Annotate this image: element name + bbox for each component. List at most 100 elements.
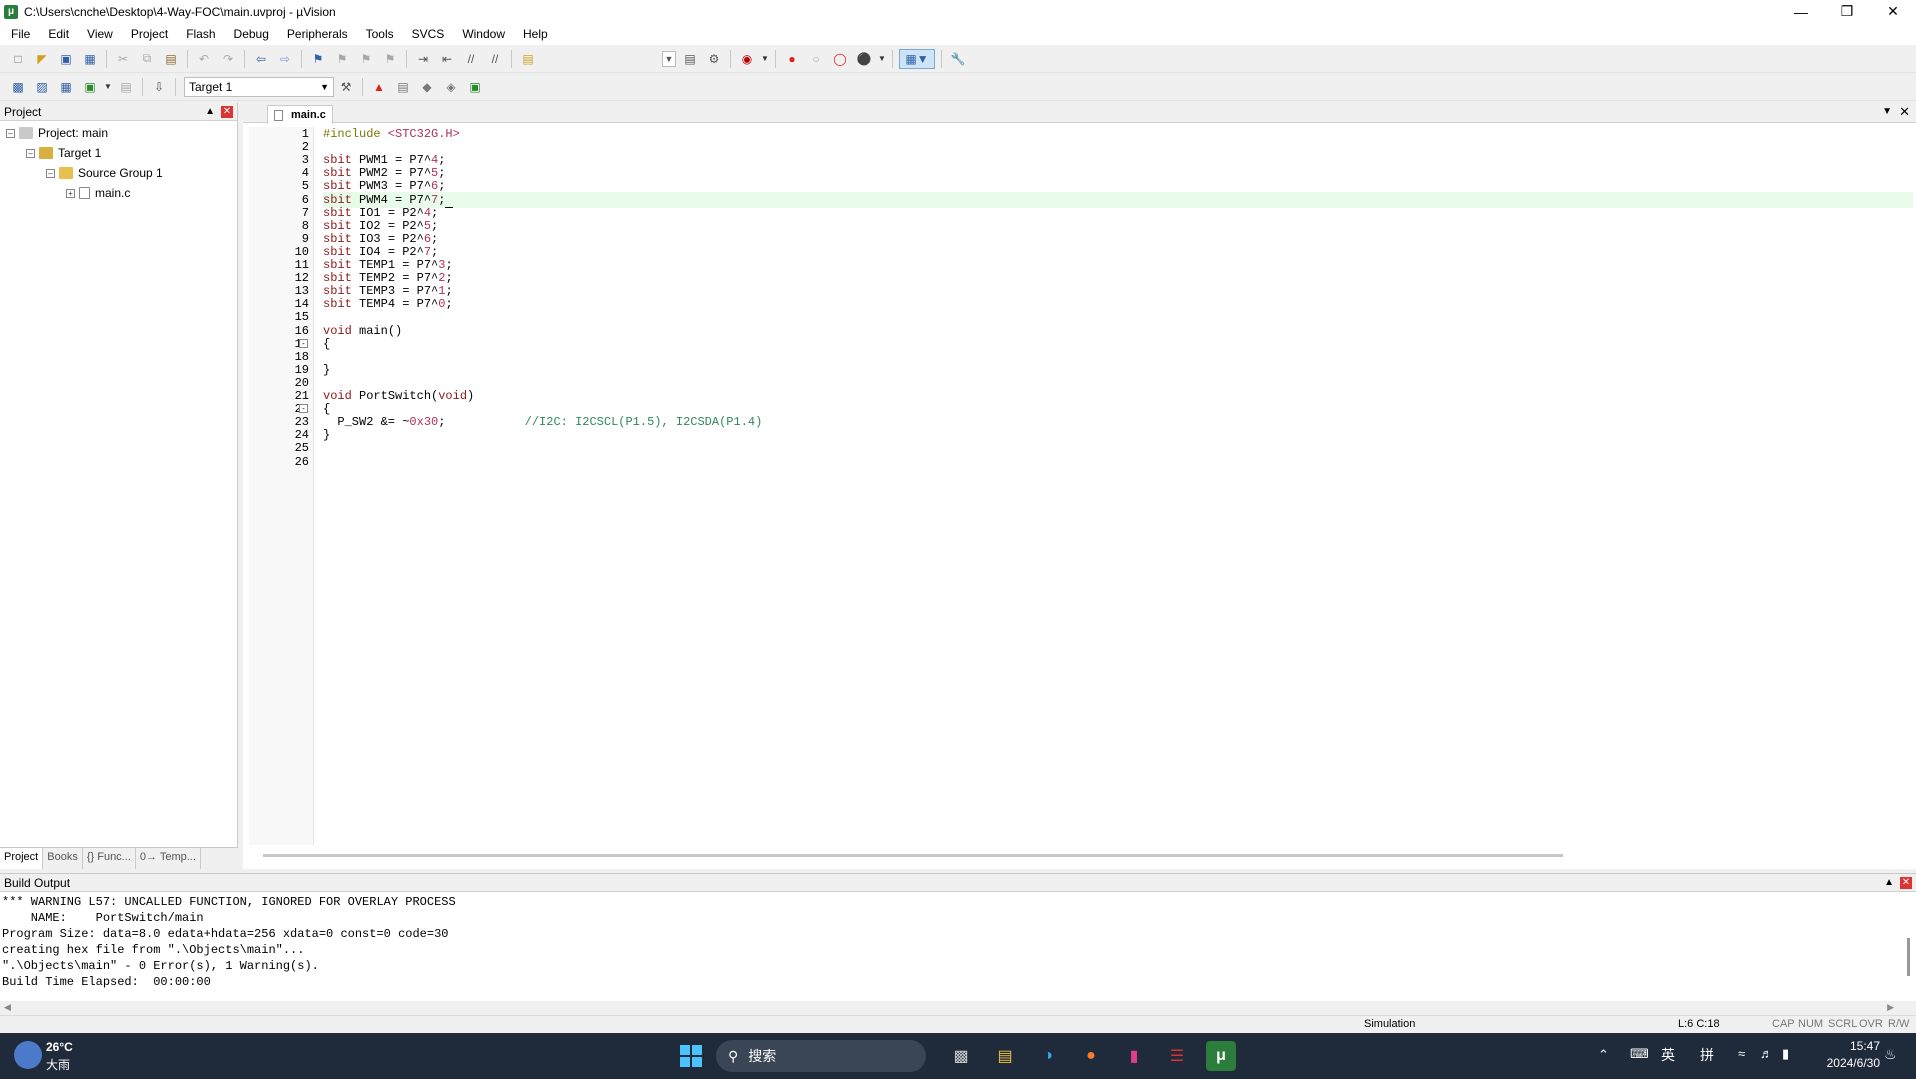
tree-target-node[interactable]: – Target 1 [0, 143, 237, 163]
battery-icon[interactable]: ▮ [1782, 1046, 1789, 1062]
save-all-icon[interactable]: ▦ [80, 49, 100, 69]
tab-books[interactable]: Books [43, 848, 83, 869]
paste-icon[interactable]: ▤ [161, 49, 181, 69]
expand-icon[interactable]: + [66, 188, 75, 198]
app-icon-red[interactable]: ☰ [1162, 1041, 1192, 1071]
window-layout-icon[interactable]: ▦▼ [899, 48, 935, 69]
minimize-button[interactable]: — [1778, 0, 1824, 23]
debug-session-icon[interactable]: ◉ [737, 49, 757, 69]
pin-icon[interactable]: ▲ [1884, 877, 1894, 888]
taskbar-search-box[interactable]: ⚲ 搜索 [716, 1040, 926, 1072]
horizontal-scrollbar[interactable] [263, 854, 1563, 857]
build-icon[interactable]: ▨ [32, 77, 52, 97]
show-hidden-icons-icon[interactable]: ⌃ [1598, 1047, 1609, 1063]
insert-breakpoint-icon[interactable]: ● [782, 49, 802, 69]
save-icon[interactable]: ▣ [56, 49, 76, 69]
ime-language[interactable]: 英 [1661, 1045, 1675, 1065]
menu-window[interactable]: Window [453, 27, 514, 41]
open-file-icon[interactable]: ◤ [32, 49, 52, 69]
source-browser-icon[interactable]: ⚙ [704, 49, 724, 69]
collapse-icon[interactable]: – [6, 128, 15, 138]
file-extensions-icon[interactable]: ▲ [369, 77, 389, 97]
file-explorer-icon[interactable]: ▤ [990, 1041, 1020, 1071]
app-icon-pink[interactable]: ▮ [1119, 1041, 1149, 1071]
code-line[interactable] [323, 454, 1913, 470]
clock-date[interactable]: 2024/6/30 [1808, 1056, 1880, 1070]
bookmark-next-icon[interactable]: ⚑ [356, 49, 376, 69]
batch-build-icon[interactable]: ▣ [80, 77, 100, 97]
menu-view[interactable]: View [78, 27, 122, 41]
volume-icon[interactable]: ♬ [1760, 1046, 1773, 1061]
ime-mode[interactable]: 拼 [1700, 1045, 1714, 1065]
select-packs-icon[interactable]: ▣ [465, 77, 485, 97]
task-view-icon[interactable]: ▩ [946, 1041, 976, 1071]
tree-file-node[interactable]: + main.c [0, 183, 237, 203]
new-file-icon[interactable]: □ [8, 49, 28, 69]
close-pane-icon[interactable]: ✕ [221, 105, 233, 118]
firefox-icon[interactable]: ● [1076, 1041, 1106, 1071]
redo-icon[interactable]: ↷ [218, 49, 238, 69]
find-in-files-icon[interactable]: ▤ [518, 49, 538, 69]
enable-breakpoint-icon[interactable]: ○ [806, 49, 826, 69]
close-pane-icon[interactable]: ✕ [1900, 876, 1912, 889]
unindent-icon[interactable]: ⇤ [437, 49, 457, 69]
undo-icon[interactable]: ↶ [194, 49, 214, 69]
breakpoint-dropdown-icon[interactable]: ▼ [878, 49, 886, 69]
debug-dropdown-icon[interactable]: ▼ [761, 49, 769, 69]
indent-icon[interactable]: ⇥ [413, 49, 433, 69]
tree-group-node[interactable]: – Source Group 1 [0, 163, 237, 183]
wifi-icon[interactable]: ≈ [1738, 1046, 1745, 1061]
navigate-forward-icon[interactable]: ⇨ [275, 49, 295, 69]
rebuild-icon[interactable]: ▦ [56, 77, 76, 97]
weather-description[interactable]: 大雨 [46, 1056, 70, 1073]
fold-collapse-icon[interactable]: - [299, 404, 308, 414]
menu-edit[interactable]: Edit [39, 27, 78, 41]
bookmark-toggle-icon[interactable]: ⚑ [308, 49, 328, 69]
code-area[interactable]: #include <STC32G.H> sbit PWM1 = P7^4; sbit… [323, 127, 1913, 845]
uncomment-icon[interactable]: // [485, 49, 505, 69]
target-select[interactable]: Target 1 ▼ [184, 76, 334, 97]
close-button[interactable]: ✕ [1870, 0, 1916, 23]
disable-breakpoints-icon[interactable]: ◯ [830, 49, 850, 69]
build-vertical-scrollbar[interactable] [1907, 938, 1910, 976]
tab-templates[interactable]: 0→ Temp... [136, 848, 201, 869]
incremental-find-icon[interactable]: ▤ [680, 49, 700, 69]
download-icon[interactable]: ⇩ [149, 77, 169, 97]
weather-temp[interactable]: 26°C [46, 1040, 73, 1054]
manage-project-items-icon[interactable]: ▤ [393, 77, 413, 97]
bookmark-clear-icon[interactable]: ⚑ [380, 49, 400, 69]
menu-file[interactable]: File [2, 27, 39, 41]
batch-dropdown-icon[interactable]: ▼ [104, 77, 112, 97]
menu-flash[interactable]: Flash [177, 27, 224, 41]
pack-installer-icon[interactable]: ◈ [441, 77, 461, 97]
cut-icon[interactable]: ✂ [113, 49, 133, 69]
navigate-back-icon[interactable]: ⇦ [251, 49, 271, 69]
fold-collapse-icon[interactable]: - [299, 338, 308, 348]
copy-icon[interactable]: ⧉ [137, 49, 157, 69]
tab-list-dropdown-icon[interactable]: ▼ [1882, 106, 1892, 117]
tab-functions[interactable]: {} Func... [83, 848, 136, 869]
notification-bell-icon[interactable]: ♨ [1884, 1046, 1897, 1063]
configure-icon[interactable]: 🔧 [948, 49, 968, 69]
find-combo-dropdown-icon[interactable]: ▼ [662, 50, 676, 67]
close-document-icon[interactable]: ✕ [1899, 104, 1910, 120]
collapse-icon[interactable]: – [26, 148, 35, 158]
clock-time[interactable]: 15:47 [1808, 1039, 1880, 1053]
tree-project-node[interactable]: – Project: main [0, 123, 237, 143]
tab-main-c[interactable]: main.c [267, 105, 333, 124]
weather-icon[interactable] [14, 1041, 42, 1069]
menu-project[interactable]: Project [122, 27, 177, 41]
target-options-icon[interactable]: ⚒ [336, 77, 356, 97]
pin-icon[interactable]: ▲ [205, 106, 215, 117]
stop-build-icon[interactable]: ▤ [116, 77, 136, 97]
build-horizontal-scrollbar[interactable]: ◀ ▶ [0, 1001, 1916, 1015]
windows-start-icon[interactable] [676, 1041, 706, 1071]
menu-svcs[interactable]: SVCS [403, 27, 454, 41]
kill-breakpoints-icon[interactable]: ⚫ [854, 49, 874, 69]
run-time-environment-icon[interactable]: ◆ [417, 77, 437, 97]
translate-icon[interactable]: ▩ [8, 77, 28, 97]
menu-help[interactable]: Help [514, 27, 557, 41]
uvision-taskbar-icon[interactable]: μ [1206, 1041, 1236, 1071]
menu-tools[interactable]: Tools [357, 27, 403, 41]
edge-browser-icon[interactable]: ◑ [1033, 1041, 1063, 1071]
